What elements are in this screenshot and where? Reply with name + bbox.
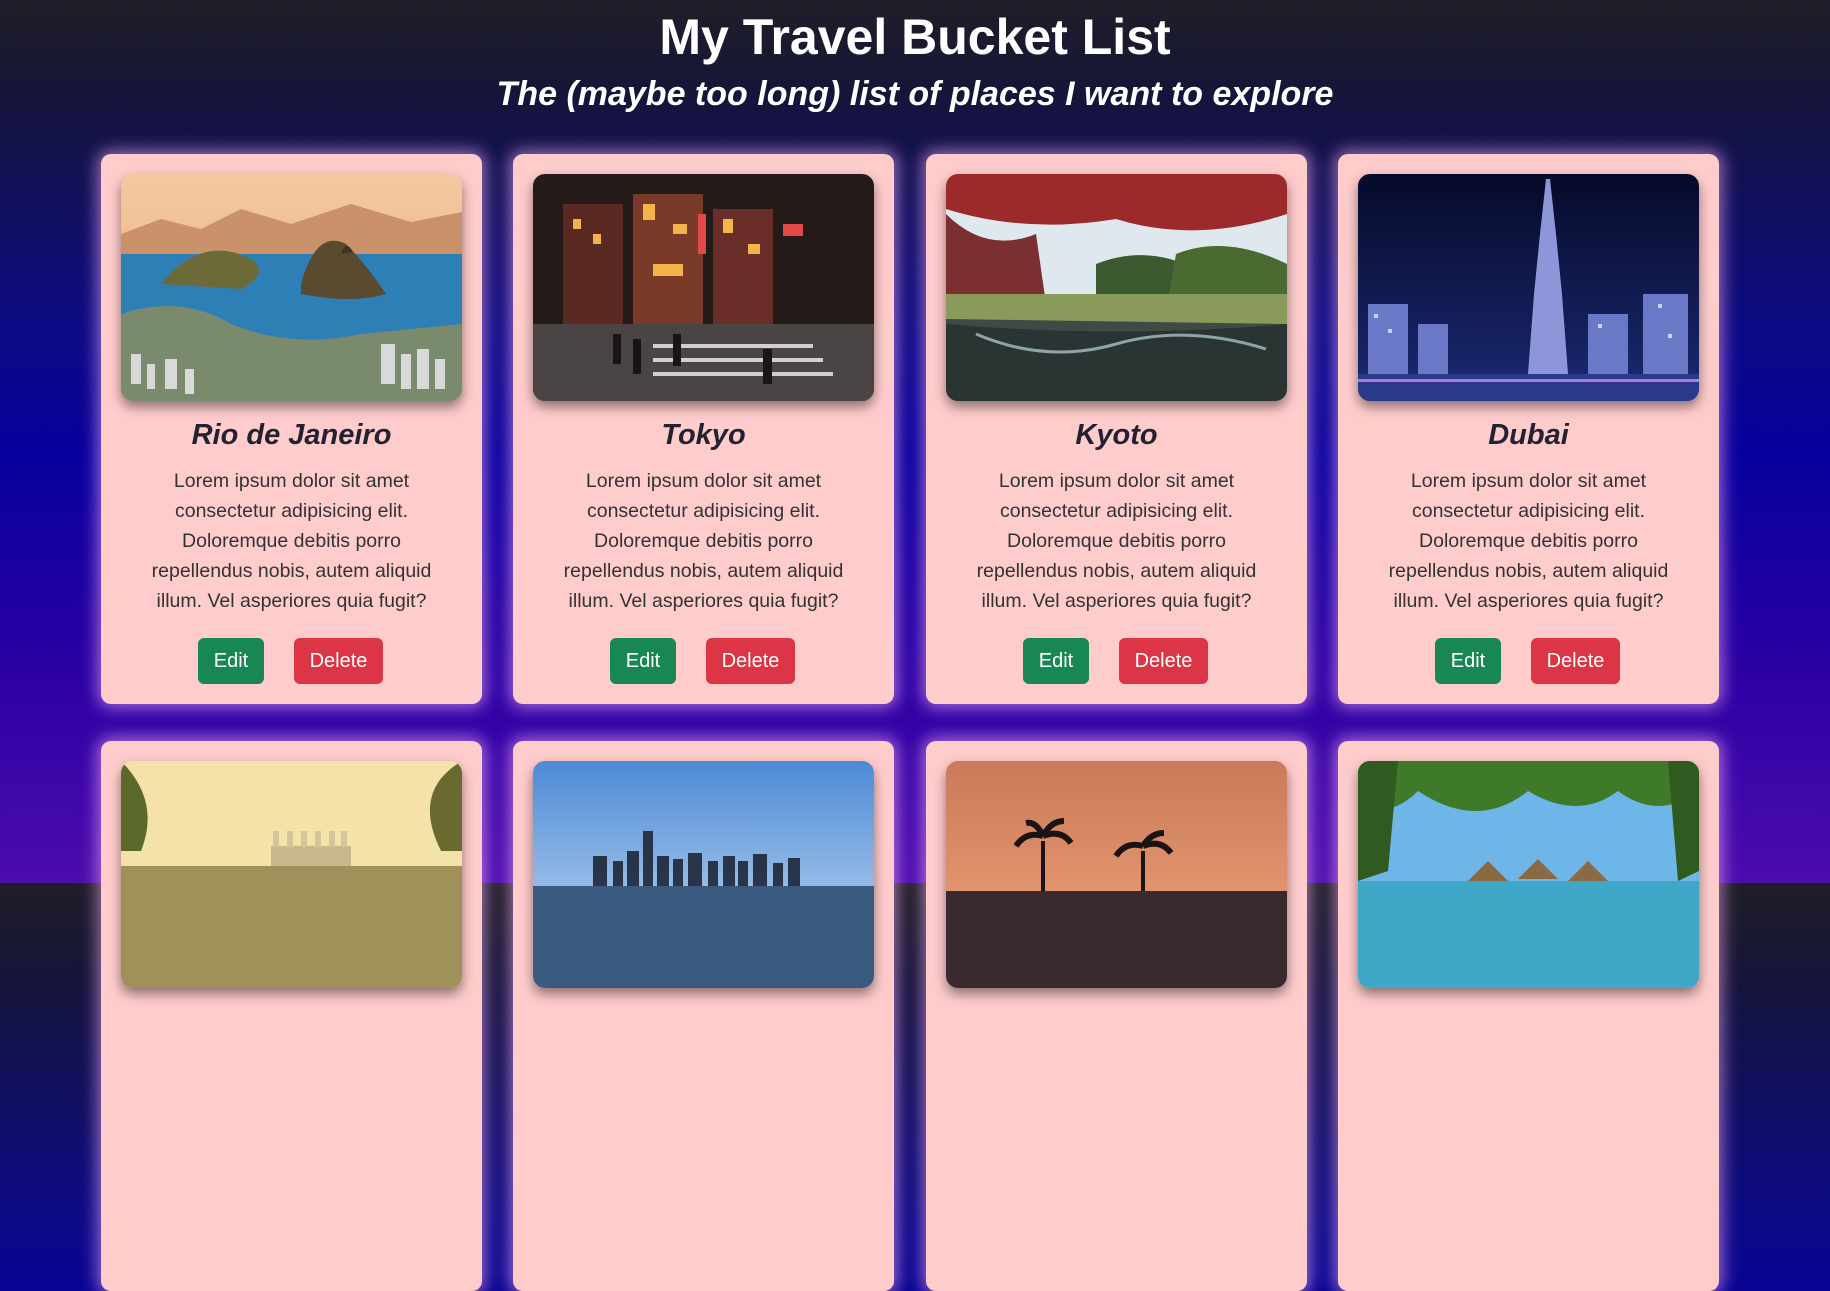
tokyo-photo — [533, 174, 874, 401]
edit-button[interactable]: Edit — [610, 638, 676, 684]
destination-card-rio: Rio de Janeiro Lorem ipsum dolor sit ame… — [101, 154, 482, 704]
destination-card-tokyo: Tokyo Lorem ipsum dolor sit amet consect… — [513, 154, 894, 704]
card-description: Lorem ipsum dolor sit amet consectetur a… — [563, 470, 844, 612]
dubai-photo — [1358, 174, 1699, 401]
destination-card-kyoto: Kyoto Lorem ipsum dolor sit amet consect… — [926, 154, 1307, 704]
card-title: Tokyo — [661, 419, 746, 451]
edit-button[interactable]: Edit — [1023, 638, 1089, 684]
edit-button[interactable]: Edit — [198, 638, 264, 684]
edit-button[interactable]: Edit — [1435, 638, 1501, 684]
rio-photo — [121, 174, 462, 401]
card-title: Dubai — [1488, 419, 1569, 451]
card-title: Rio de Janeiro — [191, 419, 392, 451]
page-subtitle: The (maybe too long) list of places I wa… — [496, 75, 1334, 113]
destination-card-maldives — [1338, 741, 1719, 1291]
new-york-photo — [533, 761, 874, 988]
acropolis-photo — [121, 761, 462, 988]
destination-card-palm-beach — [926, 741, 1307, 1291]
delete-button[interactable]: Delete — [1531, 638, 1620, 684]
page-title: My Travel Bucket List — [659, 9, 1171, 65]
tropical-beach-photo — [1358, 761, 1699, 988]
card-title: Kyoto — [1075, 419, 1158, 451]
card-description: Lorem ipsum dolor sit amet consectetur a… — [1388, 470, 1669, 612]
destination-card-dubai: Dubai Lorem ipsum dolor sit amet consect… — [1338, 154, 1719, 704]
delete-button[interactable]: Delete — [706, 638, 795, 684]
card-description: Lorem ipsum dolor sit amet consectetur a… — [976, 470, 1257, 612]
delete-button[interactable]: Delete — [1119, 638, 1208, 684]
destination-card-athens — [101, 741, 482, 1291]
kyoto-photo — [946, 174, 1287, 401]
card-description: Lorem ipsum dolor sit amet consectetur a… — [151, 470, 432, 612]
page-header: My Travel Bucket List The (maybe too lon… — [0, 0, 1830, 114]
palm-sunset-photo — [946, 761, 1287, 988]
destination-card-new-york — [513, 741, 894, 1291]
delete-button[interactable]: Delete — [294, 638, 383, 684]
